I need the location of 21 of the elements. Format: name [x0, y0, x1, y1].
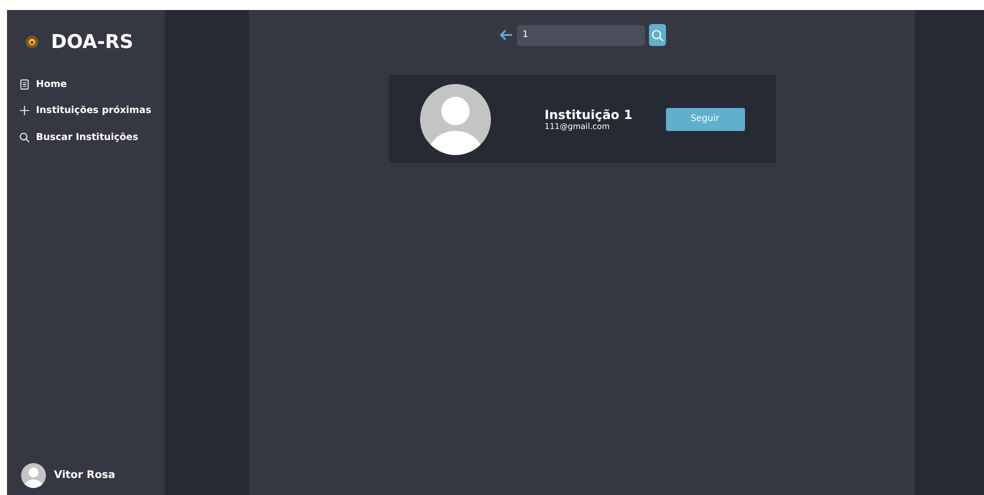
- document-icon: [19, 78, 30, 90]
- user-name: Vitor Rosa: [54, 469, 116, 481]
- nav-label: Instituições próximas: [36, 105, 152, 116]
- search-field[interactable]: 1: [516, 24, 644, 46]
- search-button[interactable]: [648, 24, 666, 46]
- search-icon: [650, 28, 664, 42]
- nav-item[interactable]: Buscar Instituições: [19, 124, 165, 150]
- search-icon: [19, 132, 30, 143]
- nav-label: Home: [36, 78, 67, 90]
- logo-icon: [25, 35, 39, 49]
- institution-name: Instituição 1: [544, 107, 634, 122]
- nav-item[interactable]: Instituições próximas: [19, 98, 165, 124]
- back-arrow-icon: [498, 29, 512, 41]
- nav-item[interactable]: Home: [19, 71, 165, 98]
- institution-avatar: [420, 84, 490, 154]
- institution-email: 111@gmail.com: [544, 122, 611, 131]
- plus-icon: [19, 105, 30, 116]
- user-avatar: [21, 462, 46, 488]
- back-button[interactable]: [498, 29, 512, 41]
- nav-label: Buscar Instituições: [36, 132, 138, 143]
- brand-title: DOA-RS: [51, 31, 134, 53]
